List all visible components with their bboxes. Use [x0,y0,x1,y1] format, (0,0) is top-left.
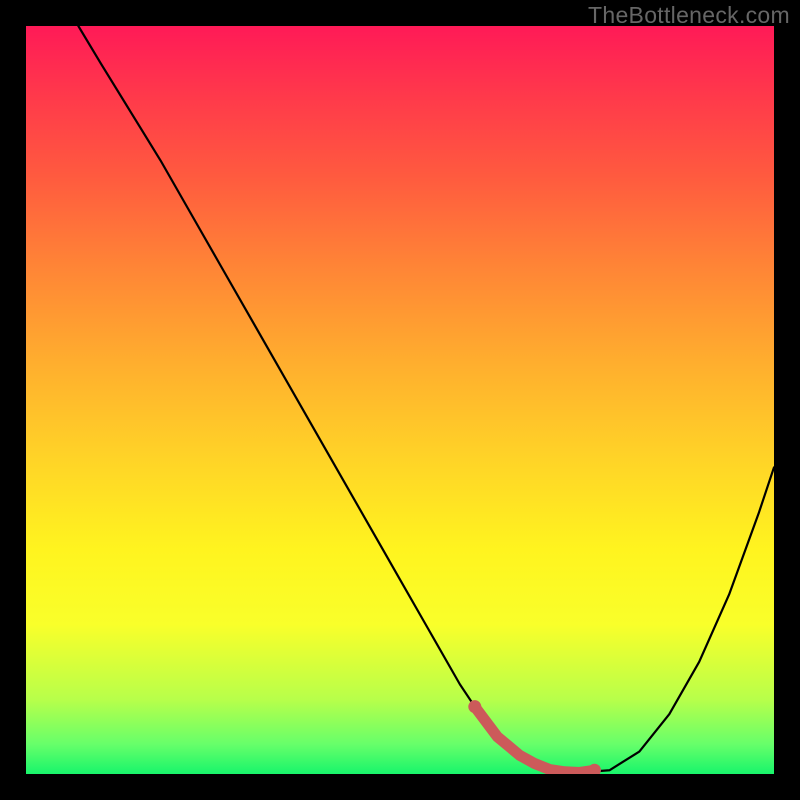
plot-svg [26,26,774,774]
near-optimum-markers [468,700,601,774]
marker-endpoint [588,764,601,774]
watermark-text: TheBottleneck.com [588,2,790,29]
marker-connector [475,707,595,773]
bottleneck-curve [78,26,774,773]
marker-endpoint [468,700,481,713]
plot-area [26,26,774,774]
chart-stage: TheBottleneck.com [0,0,800,800]
